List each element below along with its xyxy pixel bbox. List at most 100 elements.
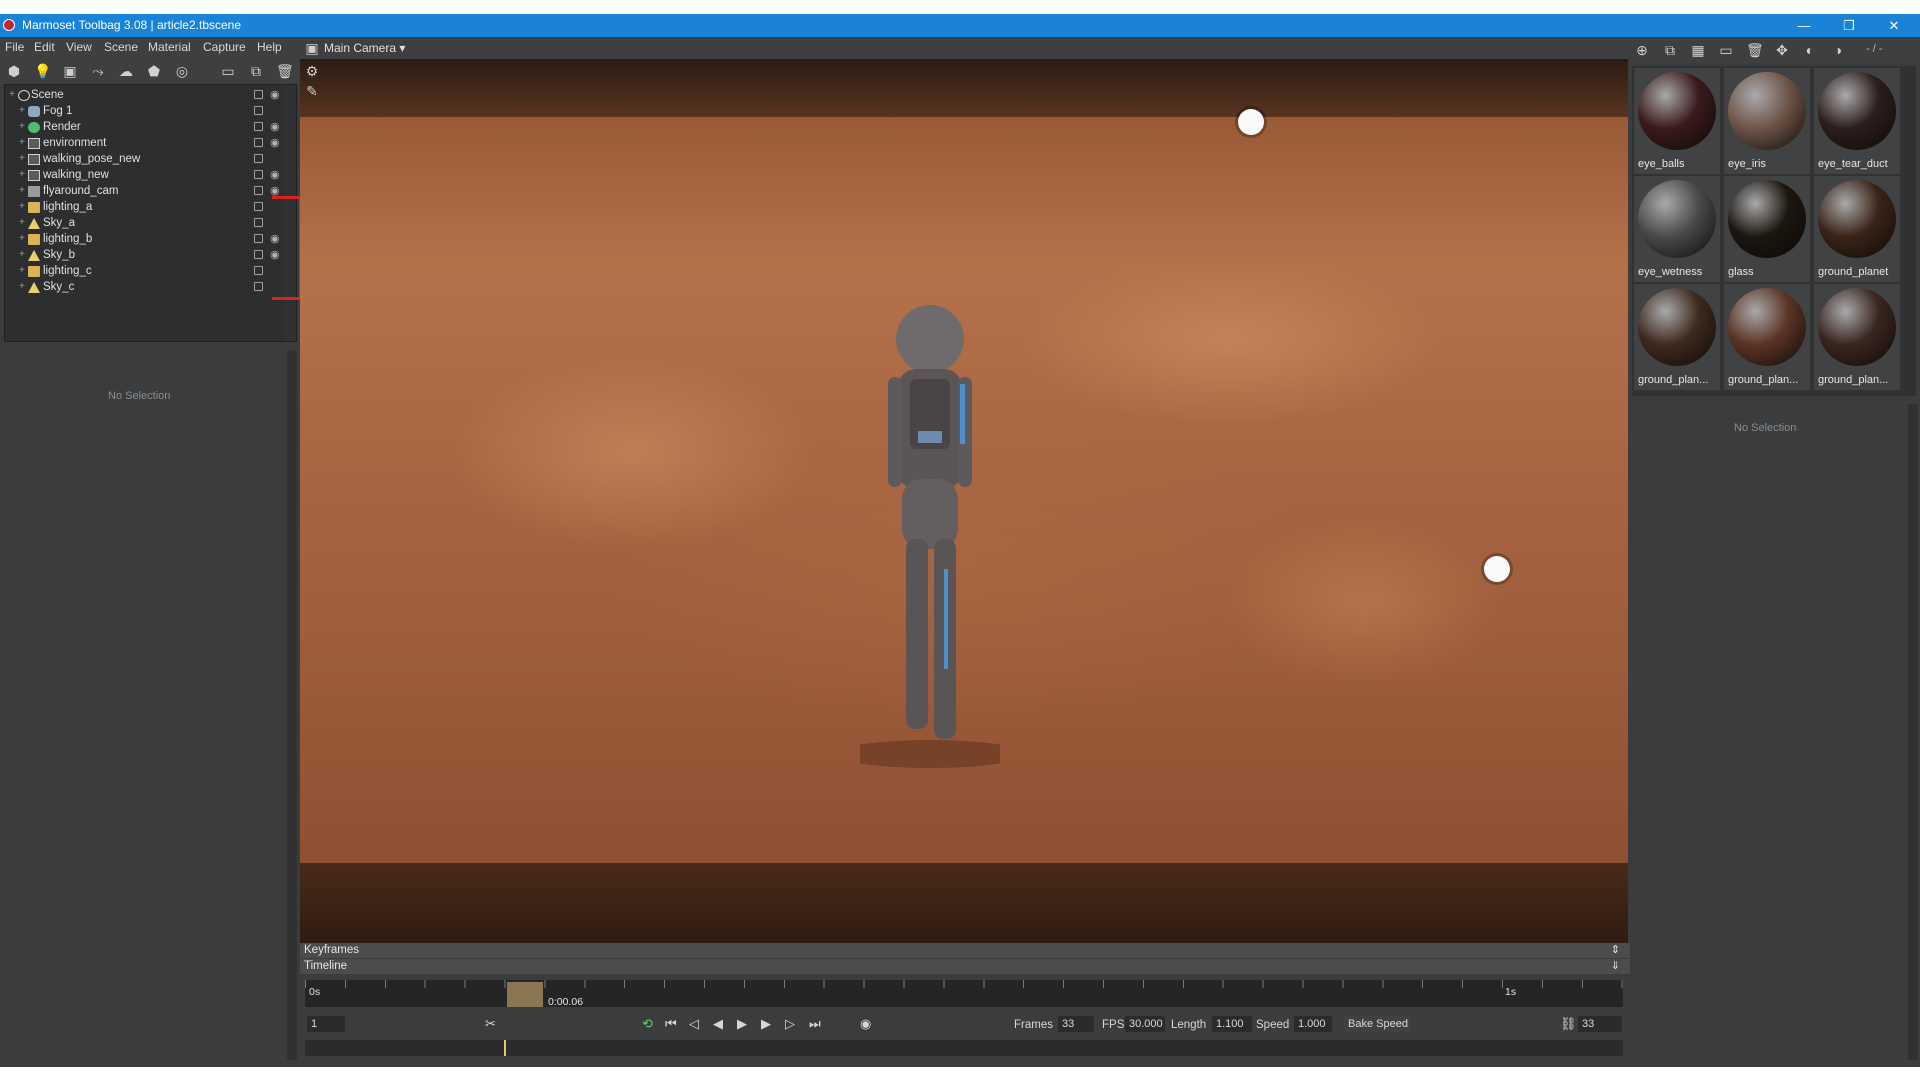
lock-icon[interactable] (254, 170, 263, 179)
delete-icon[interactable]: 🗑 (276, 63, 294, 79)
bake-speed-button[interactable]: Bake Speed (1344, 1016, 1410, 1032)
expand-toggle-icon[interactable]: + (9, 89, 15, 100)
step-back-icon[interactable]: ◀ (713, 1016, 723, 1032)
scene-tree-item[interactable]: + Sky_a (5, 216, 295, 232)
timeline-header[interactable]: Timeline ⇓ (300, 959, 1630, 974)
expand-toggle-icon[interactable]: + (19, 265, 25, 276)
scene-tree-item[interactable]: + walking_new ◉ (5, 168, 295, 184)
material-thumbnail[interactable]: eye_wetness (1634, 176, 1720, 282)
expand-icon[interactable]: ⇕ (1611, 943, 1620, 956)
menu-help[interactable]: Help (257, 40, 282, 54)
lock-icon[interactable] (254, 202, 263, 211)
keyframes-header[interactable]: Keyframes ⇕ (300, 943, 1630, 958)
lock-icon[interactable] (254, 106, 263, 115)
material-thumbnail[interactable]: glass (1724, 176, 1810, 282)
length-field[interactable]: 1.100 (1212, 1016, 1252, 1032)
page-indicator[interactable]: - / - (1866, 43, 1883, 55)
material-thumbnail[interactable]: eye_balls (1634, 68, 1720, 174)
visibility-eye-icon[interactable]: ◉ (270, 88, 280, 101)
play-icon[interactable]: ▶ (737, 1016, 747, 1032)
close-button[interactable]: ✕ (1874, 16, 1914, 35)
delete-material-icon[interactable]: 🗑 (1746, 42, 1764, 58)
visibility-eye-icon[interactable]: ◉ (270, 168, 280, 181)
step-forward-icon[interactable]: ▶ (761, 1016, 771, 1032)
duplicate-icon[interactable]: ⧉ (248, 63, 264, 79)
loop-icon[interactable]: ⟲ (642, 1016, 653, 1032)
end-frame-field[interactable]: 33 (1578, 1016, 1622, 1032)
brush-icon[interactable]: ✎ (304, 83, 320, 99)
scene-tree-item[interactable]: + Fog 1 (5, 104, 295, 120)
menu-scene[interactable]: Scene (104, 40, 138, 54)
lock-icon[interactable] (254, 266, 263, 275)
scene-tree-item[interactable]: + environment ◉ (5, 136, 295, 152)
checker-icon[interactable]: ▦ (1690, 42, 1706, 58)
edit-material-icon[interactable]: ◑ (1830, 42, 1846, 58)
scrub-playhead[interactable] (504, 1040, 506, 1056)
prev-key-icon[interactable]: ◁ (689, 1016, 699, 1032)
fps-field[interactable]: 30.000 (1125, 1016, 1165, 1032)
frames-field[interactable]: 33 (1058, 1016, 1094, 1032)
menu-view[interactable]: View (66, 40, 92, 54)
lock-icon[interactable] (254, 154, 263, 163)
menu-file[interactable]: File (5, 40, 24, 54)
add-material-icon[interactable]: ⊕ (1634, 42, 1650, 58)
expand-toggle-icon[interactable]: + (19, 169, 25, 180)
speed-field[interactable]: 1.000 (1294, 1016, 1332, 1032)
expand-toggle-icon[interactable]: + (19, 281, 25, 292)
scene-tree-item[interactable]: + Render ◉ (5, 120, 295, 136)
material-thumbnail[interactable]: ground_plan... (1724, 284, 1810, 390)
last-frame-icon[interactable]: ⏭ (809, 1016, 821, 1032)
expand-toggle-icon[interactable]: + (19, 201, 25, 212)
camera-select[interactable]: Main Camera ▾ (324, 41, 405, 55)
timeline-track[interactable]: 0s 1s 0:00.06 (305, 980, 1623, 1008)
minimize-button[interactable]: — (1784, 16, 1824, 35)
scene-tree-item[interactable]: + lighting_a (5, 200, 295, 216)
add-sky-icon[interactable]: ◎ (174, 63, 190, 79)
add-light-icon[interactable]: 💡 (34, 63, 51, 79)
collapse-icon[interactable]: ⇓ (1611, 959, 1620, 972)
material-scrollbar[interactable] (1904, 66, 1916, 396)
new-folder-icon[interactable]: ▭ (220, 63, 236, 79)
light-gizmo-icon[interactable] (1238, 109, 1264, 135)
expand-toggle-icon[interactable]: + (19, 105, 25, 116)
light-gizmo-icon[interactable] (1484, 556, 1510, 582)
scene-tree-item[interactable]: + walking_pose_new (5, 152, 295, 168)
current-frame-field[interactable]: 1 (307, 1016, 345, 1032)
first-frame-icon[interactable]: ⏮ (665, 1016, 677, 1032)
add-mesh-icon[interactable]: ⬢ (6, 63, 22, 79)
menu-capture[interactable]: Capture (203, 40, 246, 54)
open-folder-icon[interactable]: ▭ (1718, 42, 1734, 58)
material-thumbnail[interactable]: ground_planet (1814, 176, 1900, 282)
properties-scrollbar[interactable] (287, 350, 297, 1060)
duplicate-material-icon[interactable]: ⧉ (1662, 42, 1678, 58)
scene-tree-item[interactable]: + Scene ◉ (5, 88, 295, 104)
pick-material-icon[interactable]: ✥ (1774, 42, 1790, 58)
lock-icon[interactable] (254, 218, 263, 227)
scene-tree-item[interactable]: + Sky_b ◉ (5, 248, 295, 264)
add-shadow-catcher-icon[interactable]: ⬟ (146, 63, 162, 79)
material-thumbnail[interactable]: ground_plan... (1634, 284, 1720, 390)
material-thumbnail[interactable]: ground_plan... (1814, 284, 1900, 390)
settings-icon[interactable]: ◉ (860, 1016, 871, 1032)
3d-viewport[interactable]: ⚙ ✎ (300, 59, 1628, 943)
lock-icon[interactable] (254, 138, 263, 147)
scene-tree-item[interactable]: + lighting_b ◉ (5, 232, 295, 248)
scene-tree-item[interactable]: + flyaround_cam ◉ (5, 184, 295, 200)
add-fog-icon[interactable]: ☁ (118, 63, 134, 79)
timeline-scrub-bar[interactable] (305, 1040, 1623, 1056)
lock-icon[interactable] (254, 282, 263, 291)
expand-toggle-icon[interactable]: + (19, 121, 25, 132)
playhead-marker[interactable] (507, 982, 543, 1007)
link-icon[interactable]: ⛓ (1560, 1016, 1577, 1032)
lock-icon[interactable] (254, 186, 263, 195)
expand-toggle-icon[interactable]: + (19, 233, 25, 244)
next-key-icon[interactable]: ▷ (785, 1016, 795, 1032)
scene-tree-item[interactable]: + Sky_c (5, 280, 295, 296)
scissors-icon[interactable]: ✂ (485, 1016, 496, 1032)
assign-material-icon[interactable]: ◐ (1802, 42, 1818, 58)
material-thumbnail[interactable]: eye_iris (1724, 68, 1810, 174)
expand-toggle-icon[interactable]: + (19, 153, 25, 164)
lock-icon[interactable] (254, 234, 263, 243)
expand-toggle-icon[interactable]: + (19, 185, 25, 196)
add-camera-icon[interactable]: ▣ (62, 63, 78, 79)
